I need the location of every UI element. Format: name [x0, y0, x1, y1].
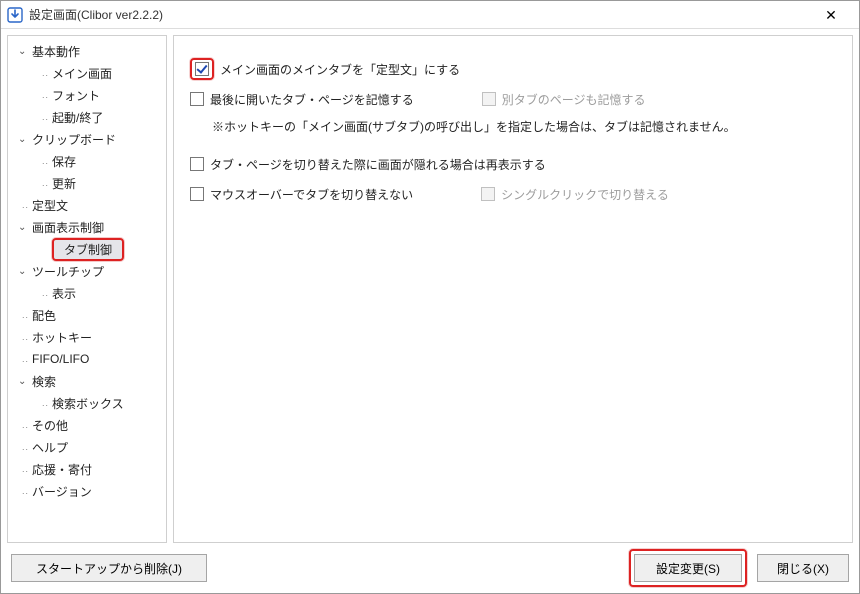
titlebar: 設定画面(Clibor ver2.2.2) ✕ — [1, 1, 859, 29]
tree-searchbox[interactable]: ‥検索ボックス — [8, 392, 166, 414]
note-hotkey: ※ホットキーの「メイン画面(サブタブ)の呼び出し」を指定した場合は、タブは記憶さ… — [212, 118, 836, 135]
close-button[interactable]: 閉じる(X) — [757, 554, 849, 582]
tree-display-control[interactable]: ⌄画面表示制御 — [8, 216, 166, 238]
settings-window: 設定画面(Clibor ver2.2.2) ✕ ⌄基本動作 ‥メイン画面 ‥フォ… — [0, 0, 860, 594]
label-singleclick: シングルクリックで切り替える — [501, 186, 669, 203]
apply-highlight: 設定変更(S) — [629, 549, 747, 587]
checkbox-highlight — [190, 58, 214, 80]
checkbox-default-tab[interactable] — [195, 62, 209, 76]
chevron-down-icon: ⌄ — [18, 266, 32, 277]
content-area: ⌄基本動作 ‥メイン画面 ‥フォント ‥起動/終了 ⌄クリップボード ‥保存 ‥… — [1, 29, 859, 549]
startup-delete-button[interactable]: スタートアップから削除(J) — [11, 554, 207, 582]
label-remember-other: 別タブのページも記憶する — [502, 91, 646, 108]
app-icon — [7, 7, 23, 23]
tree-hotkey[interactable]: ‥ホットキー — [8, 326, 166, 348]
checkbox-singleclick — [481, 187, 495, 201]
close-icon[interactable]: ✕ — [809, 2, 853, 28]
tree-font[interactable]: ‥フォント — [8, 84, 166, 106]
label-redisplay: タブ・ページを切り替えた際に画面が隠れる場合は再表示する — [210, 156, 546, 173]
tree-mainwindow[interactable]: ‥メイン画面 — [8, 62, 166, 84]
checkbox-redisplay[interactable] — [190, 157, 204, 171]
tree-startupexit[interactable]: ‥起動/終了 — [8, 106, 166, 128]
tree-update[interactable]: ‥更新 — [8, 172, 166, 194]
tree-save[interactable]: ‥保存 — [8, 150, 166, 172]
tree-tooltip-view[interactable]: ‥表示 — [8, 282, 166, 304]
tree-version[interactable]: ‥バージョン — [8, 480, 166, 502]
tree-color[interactable]: ‥配色 — [8, 304, 166, 326]
chevron-down-icon: ⌄ — [18, 46, 32, 57]
checkbox-no-mouseover[interactable] — [190, 187, 204, 201]
tree-clipboard[interactable]: ⌄クリップボード — [8, 128, 166, 150]
checkbox-remember-tab[interactable] — [190, 92, 204, 106]
chevron-down-icon: ⌄ — [18, 222, 32, 233]
footer: スタートアップから削除(J) 設定変更(S) 閉じる(X) — [1, 549, 859, 593]
label-remember-tab: 最後に開いたタブ・ページを記憶する — [210, 91, 414, 108]
chevron-down-icon: ⌄ — [18, 376, 32, 387]
tree-fifolifo[interactable]: ‥FIFO/LIFO — [8, 348, 166, 370]
row-redisplay: タブ・ページを切り替えた際に画面が隠れる場合は再表示する — [190, 149, 836, 179]
apply-button[interactable]: 設定変更(S) — [634, 554, 742, 582]
main-panel: メイン画面のメインタブを「定型文」にする 最後に開いたタブ・ページを記憶する 別… — [173, 35, 853, 543]
tree-help[interactable]: ‥ヘルプ — [8, 436, 166, 458]
row-remember-tab: 最後に開いたタブ・ページを記憶する 別タブのページも記憶する — [190, 84, 836, 114]
label-default-tab: メイン画面のメインタブを「定型文」にする — [220, 61, 460, 78]
sidebar: ⌄基本動作 ‥メイン画面 ‥フォント ‥起動/終了 ⌄クリップボード ‥保存 ‥… — [7, 35, 167, 543]
chevron-down-icon: ⌄ — [18, 134, 32, 145]
tree-other[interactable]: ‥その他 — [8, 414, 166, 436]
tree-fixed[interactable]: ‥定型文 — [8, 194, 166, 216]
row-mouseover: マウスオーバーでタブを切り替えない シングルクリックで切り替える — [190, 179, 836, 209]
opt-default-tab: メイン画面のメインタブを「定型文」にする — [190, 54, 836, 84]
checkbox-remember-other — [482, 92, 496, 106]
window-title: 設定画面(Clibor ver2.2.2) — [29, 6, 809, 23]
tree-support[interactable]: ‥応援・寄付 — [8, 458, 166, 480]
tree-tooltip[interactable]: ⌄ツールチップ — [8, 260, 166, 282]
tree-search[interactable]: ⌄検索 — [8, 370, 166, 392]
tree-tab-control[interactable]: タブ制御 — [8, 238, 166, 260]
tree-basic[interactable]: ⌄基本動作 — [8, 40, 166, 62]
label-no-mouseover: マウスオーバーでタブを切り替えない — [210, 186, 413, 203]
